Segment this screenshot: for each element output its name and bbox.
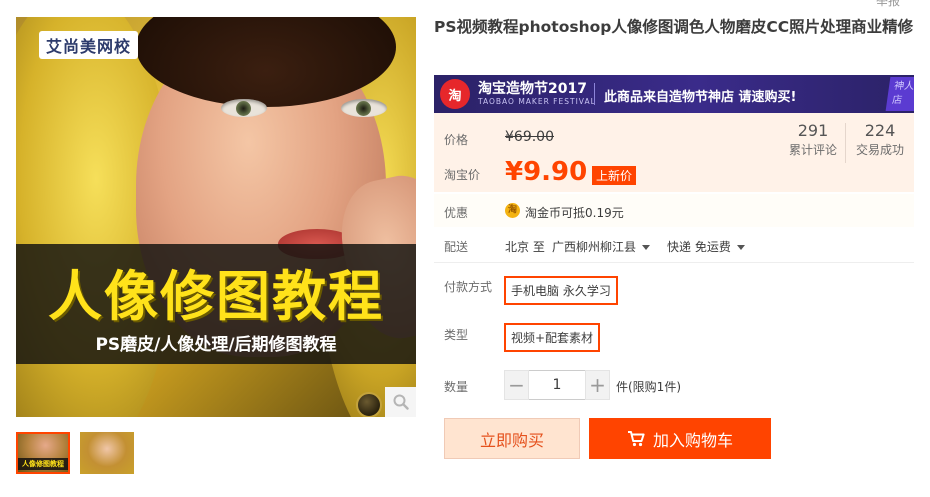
stat-divider <box>845 123 846 163</box>
type-label: 类型 <box>444 328 469 342</box>
chevron-down-icon <box>736 245 745 250</box>
thumbnail-2[interactable] <box>80 432 134 474</box>
taobao-coin-icon: 淘 <box>505 203 520 218</box>
coupon-text: 淘金币可抵0.19元 <box>525 206 624 220</box>
buy-now-label: 立即购买 <box>479 430 544 450</box>
quantity-decrease-button[interactable]: − <box>504 370 529 400</box>
shipping-label: 配送 <box>444 240 469 254</box>
main-product-image[interactable]: 艾尚美网校 人像修图教程 PS磨皮/人像处理/后期修图教程 <box>16 17 416 417</box>
ship-from: 北京 至 <box>505 240 545 254</box>
coupon-label: 优惠 <box>444 206 469 220</box>
deal-count: 224 <box>864 121 896 140</box>
report-link[interactable]: 举报 <box>876 0 900 9</box>
divider <box>434 262 914 263</box>
quantity-limit-note: 件(限购1件) <box>616 380 681 394</box>
thumbnail-image <box>80 432 134 474</box>
review-count: 291 <box>797 121 829 140</box>
model-eye <box>221 99 267 117</box>
payment-option-button[interactable]: 手机电脑 永久学习 <box>504 276 618 305</box>
banner-title: 人像修图教程 <box>48 265 384 328</box>
image-banner: 人像修图教程 PS磨皮/人像处理/后期修图教程 <box>16 244 416 364</box>
promo-price: ¥9.90 <box>505 157 588 187</box>
promo-message: 此商品来自造物节神店 请速购买! <box>604 90 797 105</box>
zoom-button[interactable] <box>385 387 416 417</box>
quantity-label: 数量 <box>444 380 469 394</box>
festival-name: 淘宝造物节2017 <box>478 81 587 97</box>
promo-divider <box>594 83 595 105</box>
search-icon <box>393 394 409 410</box>
school-logo: 艾尚美网校 <box>39 31 139 59</box>
review-count-stat[interactable]: 291 累计评论 <box>788 121 838 158</box>
model-eye <box>341 99 387 117</box>
ship-method-select[interactable]: 快递 免运费 <box>667 238 745 255</box>
coat-button <box>356 392 382 417</box>
chevron-down-icon <box>642 245 651 250</box>
price-panel: 价格 ¥69.00 淘宝价 ¥9.90 上新价 291 累计评论 224 交易成… <box>434 113 914 192</box>
thumbnail-1[interactable]: 人像修图教程 <box>16 432 70 474</box>
price-label: 价格 <box>444 133 469 147</box>
add-to-cart-button[interactable]: 加入购物车 <box>589 418 771 459</box>
review-count-label: 累计评论 <box>788 143 837 157</box>
school-logo-text: 艾尚美网校 <box>46 37 132 56</box>
original-price: ¥69.00 <box>505 129 554 145</box>
cart-icon <box>627 430 645 446</box>
new-price-badge: 上新价 <box>592 166 637 185</box>
deal-count-label: 交易成功 <box>855 143 904 157</box>
type-option-button[interactable]: 视频+配套素材 <box>504 323 601 352</box>
festival-promo-banner[interactable]: 淘 淘宝造物节2017 TAOBAO MAKER FESTIVAL 此商品来自造… <box>434 75 914 113</box>
shipping-row: 配送 北京 至 广西柳州柳江县 快递 免运费 <box>434 228 914 262</box>
add-to-cart-label: 加入购物车 <box>652 430 733 450</box>
product-title: PS视频教程photoshop人像修图调色人物磨皮CC照片处理商业精修 <box>434 18 914 36</box>
taobao-logo-icon: 淘 <box>440 79 470 109</box>
quantity-stepper: − + <box>504 370 610 400</box>
ship-method: 快递 免运费 <box>667 240 731 254</box>
festival-name-en: TAOBAO MAKER FESTIVAL <box>478 97 596 106</box>
ship-destination-select[interactable]: 广西柳州柳江县 <box>552 238 651 255</box>
coupon-row: 优惠 淘 淘金币可抵0.19元 <box>434 194 914 227</box>
product-page: 举报 艾尚美网校 人像修图教程 PS磨皮/人像处理/后期修图教程 人像修图教程 <box>0 0 930 497</box>
ship-destination: 广西柳州柳江县 <box>552 240 637 254</box>
promo-price-label: 淘宝价 <box>444 168 481 182</box>
thumbnail-caption: 人像修图教程 <box>18 458 68 470</box>
thumbnail-list: 人像修图教程 <box>16 432 134 474</box>
buy-now-button[interactable]: 立即购买 <box>444 418 580 459</box>
promo-corner-badge: 神人 店 <box>885 77 914 111</box>
quantity-increase-button[interactable]: + <box>585 370 610 400</box>
quantity-input[interactable] <box>529 370 585 400</box>
deal-count-stat: 224 交易成功 <box>852 121 908 158</box>
payment-label: 付款方式 <box>444 280 493 294</box>
banner-subtitle: PS磨皮/人像处理/后期修图教程 <box>95 335 337 355</box>
